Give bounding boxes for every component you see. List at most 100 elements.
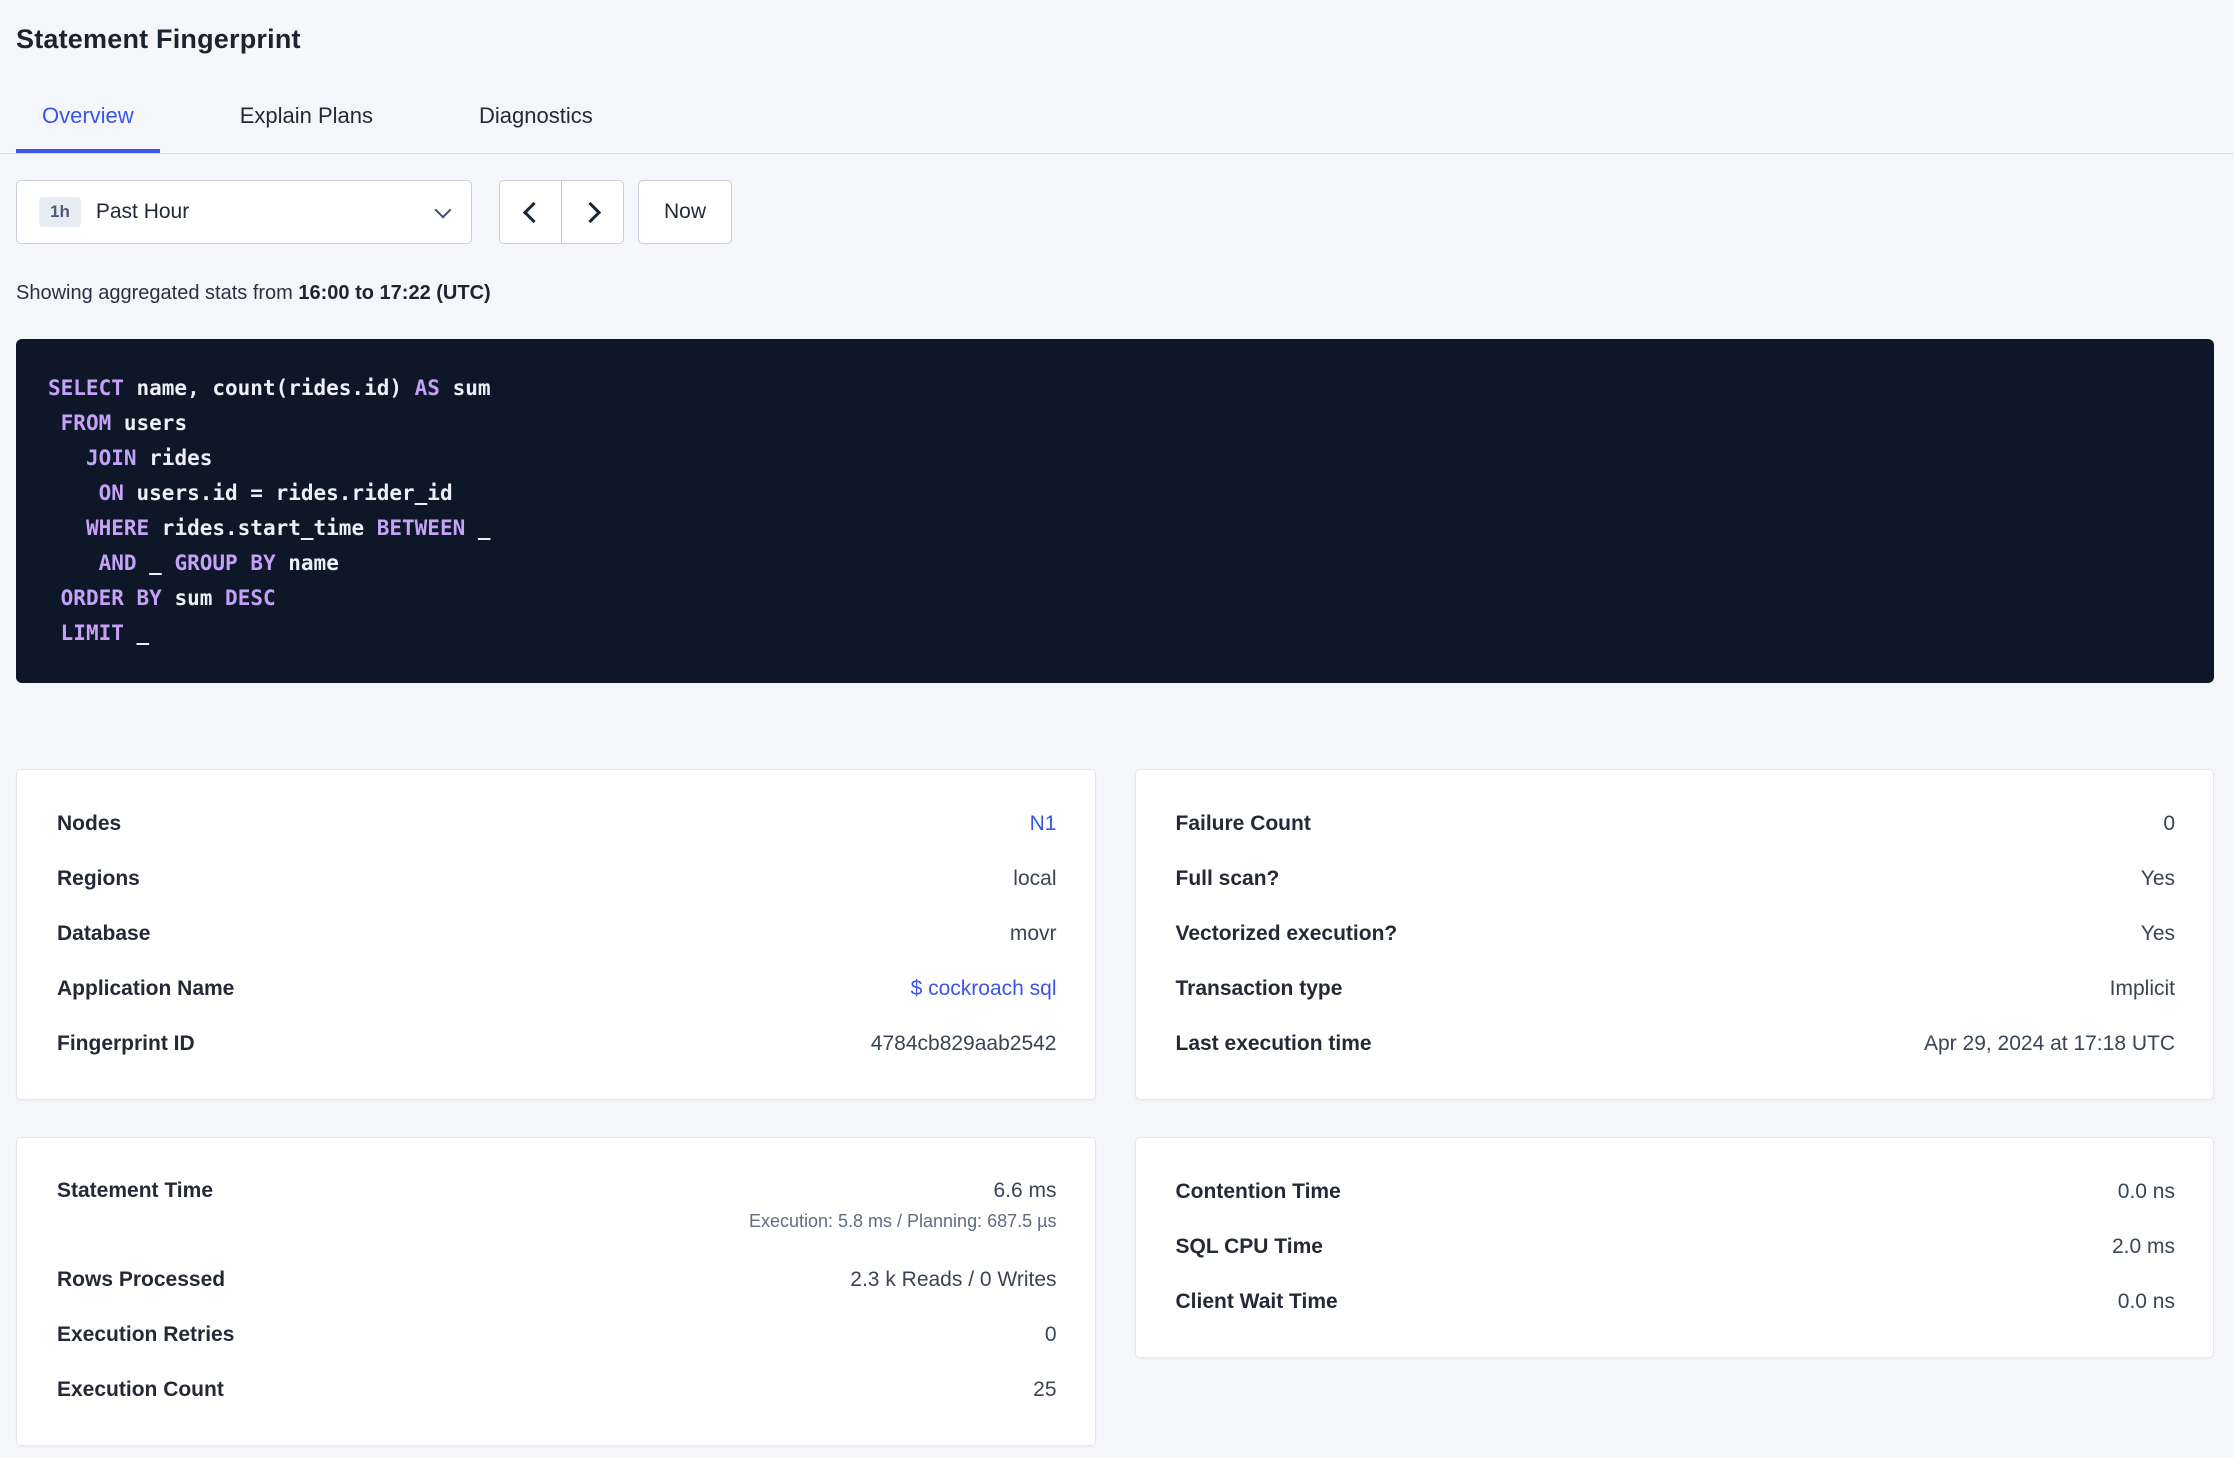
- summary-cards: Nodes N1 Regions local Database movr Applicati…: [16, 769, 2214, 1446]
- summary-row: Vectorized execution? Yes: [1176, 906, 2176, 961]
- sql-line: WHERE rides.start_time BETWEEN _: [85, 516, 491, 540]
- summary-row: Last execution time Apr 29, 2024 at 17:18…: [1176, 1016, 2176, 1071]
- timing-stats-card: Statement Time 6.6 ms Execution: 5.8 ms / …: [16, 1137, 1096, 1446]
- row-label: Execution Count: [57, 1377, 224, 1401]
- nodes-link[interactable]: N1: [1030, 810, 1057, 838]
- row-value: 0: [1044, 1322, 1057, 1346]
- summary-row: SQL CPU Time 2.0 ms: [1176, 1219, 2176, 1274]
- chevron-right-icon: [579, 201, 601, 223]
- row-value-wrap: 0.0 ns: [2118, 1178, 2175, 1206]
- time-range-label: Past Hour: [95, 200, 190, 223]
- summary-row: Execution Retries 0: [57, 1307, 1057, 1362]
- row-label: Last execution time: [1175, 1031, 1372, 1055]
- row-label: Database: [57, 921, 151, 945]
- row-value-wrap: Implicit: [2110, 975, 2175, 1003]
- row-value-wrap: 0: [2163, 810, 2175, 838]
- row-value-wrap: 6.6 ms Execution: 5.8 ms / Planning: 687.…: [749, 1177, 1057, 1233]
- row-value: 6.6 ms: [993, 1179, 1057, 1202]
- summary-row: Rows Processed 2.3 k Reads / 0 Writes: [57, 1252, 1057, 1307]
- sql-line: ON users.id = rides.rider_id: [98, 481, 453, 505]
- sql-line: JOIN rides: [85, 446, 213, 470]
- row-value: 2.3 k Reads / 0 Writes: [850, 1267, 1057, 1291]
- row-value: 0: [2163, 811, 2175, 835]
- sql-line: ORDER BY sum DESC: [60, 586, 276, 610]
- next-interval-button[interactable]: [561, 180, 624, 244]
- row-subvalue: Execution: 5.8 ms / Planning: 687.5 µs: [748, 1211, 1057, 1231]
- summary-row: Execution Count 25: [57, 1362, 1057, 1417]
- row-label: Failure Count: [1175, 811, 1311, 835]
- summary-row: Regions local: [57, 851, 1057, 906]
- page-title: Statement Fingerprint: [16, 24, 301, 54]
- row-label: Full scan?: [1175, 866, 1280, 890]
- row-value-wrap: Yes: [2141, 865, 2175, 893]
- execution-attributes-card: Failure Count 0 Full scan? Yes Vectorized ex…: [1134, 769, 2214, 1100]
- row-label: Statement Time: [57, 1179, 213, 1202]
- summary-row: Statement Time 6.6 ms Execution: 5.8 ms / …: [57, 1164, 1057, 1252]
- row-value-wrap: 2.0 ms: [2112, 1233, 2175, 1261]
- row-label: Client Wait Time: [1175, 1289, 1338, 1313]
- row-value-wrap: local: [1013, 865, 1056, 893]
- row-label: SQL CPU Time: [1175, 1234, 1323, 1258]
- time-toolbar: 1h Past Hour Now: [16, 180, 2214, 244]
- time-range-dropdown[interactable]: 1h Past Hour: [16, 180, 472, 244]
- row-value-wrap: N1: [1030, 810, 1057, 838]
- row-value: Implicit: [2109, 976, 2175, 1000]
- row-value-wrap: $ cockroach sql: [911, 975, 1057, 1003]
- row-value: 2.0 ms: [2111, 1234, 2175, 1258]
- application-name-link[interactable]: $ cockroach sql: [911, 975, 1057, 1003]
- summary-row: Fingerprint ID 4784cb829aab2542: [57, 1016, 1057, 1071]
- row-value: 4784cb829aab2542: [870, 1031, 1057, 1055]
- sql-statement-box: SELECT name, count(rides.id) AS sum FROM…: [16, 339, 2214, 683]
- row-label: Rows Processed: [57, 1267, 226, 1291]
- row-value-wrap: 25: [1033, 1376, 1056, 1404]
- sql-line: LIMIT _: [60, 621, 150, 645]
- now-button[interactable]: Now: [638, 180, 733, 244]
- summary-row: Contention Time 0.0 ns: [1176, 1164, 2176, 1219]
- row-label: Transaction type: [1175, 976, 1343, 1000]
- summary-row: Nodes N1: [57, 796, 1057, 851]
- tab-explain-plans[interactable]: Explain Plans: [214, 103, 399, 153]
- row-label: Execution Retries: [57, 1322, 235, 1346]
- row-value-wrap: 2.3 k Reads / 0 Writes: [850, 1266, 1056, 1294]
- row-label: Vectorized execution?: [1175, 921, 1398, 945]
- sql-line: SELECT name, count(rides.id) AS sum: [48, 376, 491, 400]
- statement-details-card: Nodes N1 Regions local Database movr Applicati…: [16, 769, 1096, 1100]
- wait-time-stats-card: Contention Time 0.0 ns SQL CPU Time 2.0 ms C…: [1134, 1137, 2214, 1358]
- row-value: Yes: [2140, 866, 2175, 890]
- row-label: Fingerprint ID: [57, 1031, 195, 1055]
- row-value: Apr 29, 2024 at 17:18 UTC: [1924, 1031, 2175, 1055]
- summary-row: Full scan? Yes: [1176, 851, 2176, 906]
- previous-interval-button[interactable]: [499, 180, 562, 244]
- row-value: movr: [1009, 921, 1057, 945]
- row-value-wrap: movr: [1010, 920, 1057, 948]
- row-label: Nodes: [57, 811, 122, 835]
- caption-range: 16:00 to 17:22 (UTC): [298, 282, 491, 304]
- summary-row: Application Name $ cockroach sql: [57, 961, 1057, 1016]
- row-label: Application Name: [57, 976, 235, 1000]
- time-interval-badge: 1h: [39, 197, 81, 227]
- tab-diagnostics[interactable]: Diagnostics: [453, 103, 619, 153]
- summary-row: Failure Count 0: [1176, 796, 2176, 851]
- summary-row: Database movr: [57, 906, 1057, 961]
- row-value-wrap: 0: [1045, 1321, 1057, 1349]
- row-value-wrap: 4784cb829aab2542: [871, 1030, 1057, 1058]
- row-value: 25: [1033, 1377, 1057, 1401]
- sql-line: AND _ GROUP BY name: [98, 551, 339, 575]
- tab-overview[interactable]: Overview: [16, 103, 160, 153]
- statement-fingerprint-page: Statement Fingerprint Overview Explain Pl…: [0, 0, 2234, 1446]
- summary-row: Transaction type Implicit: [1176, 961, 2176, 1016]
- row-value: local: [1013, 866, 1057, 890]
- chevron-left-icon: [522, 201, 544, 223]
- row-label: Regions: [57, 866, 140, 890]
- row-value: Yes: [2140, 921, 2175, 945]
- tab-bar: Overview Explain Plans Diagnostics: [0, 103, 2234, 154]
- row-value: 0.0 ns: [2117, 1179, 2175, 1203]
- row-value: 0.0 ns: [2117, 1289, 2175, 1313]
- caption-prefix: Showing aggregated stats from: [16, 282, 299, 304]
- time-pager: [499, 180, 624, 244]
- sql-line: FROM users: [60, 411, 188, 435]
- stats-caption: Showing aggregated stats from 16:00 to 1…: [16, 282, 2214, 305]
- row-label: Contention Time: [1175, 1179, 1341, 1203]
- row-value-wrap: 0.0 ns: [2118, 1288, 2175, 1316]
- chevron-down-icon: [434, 201, 452, 218]
